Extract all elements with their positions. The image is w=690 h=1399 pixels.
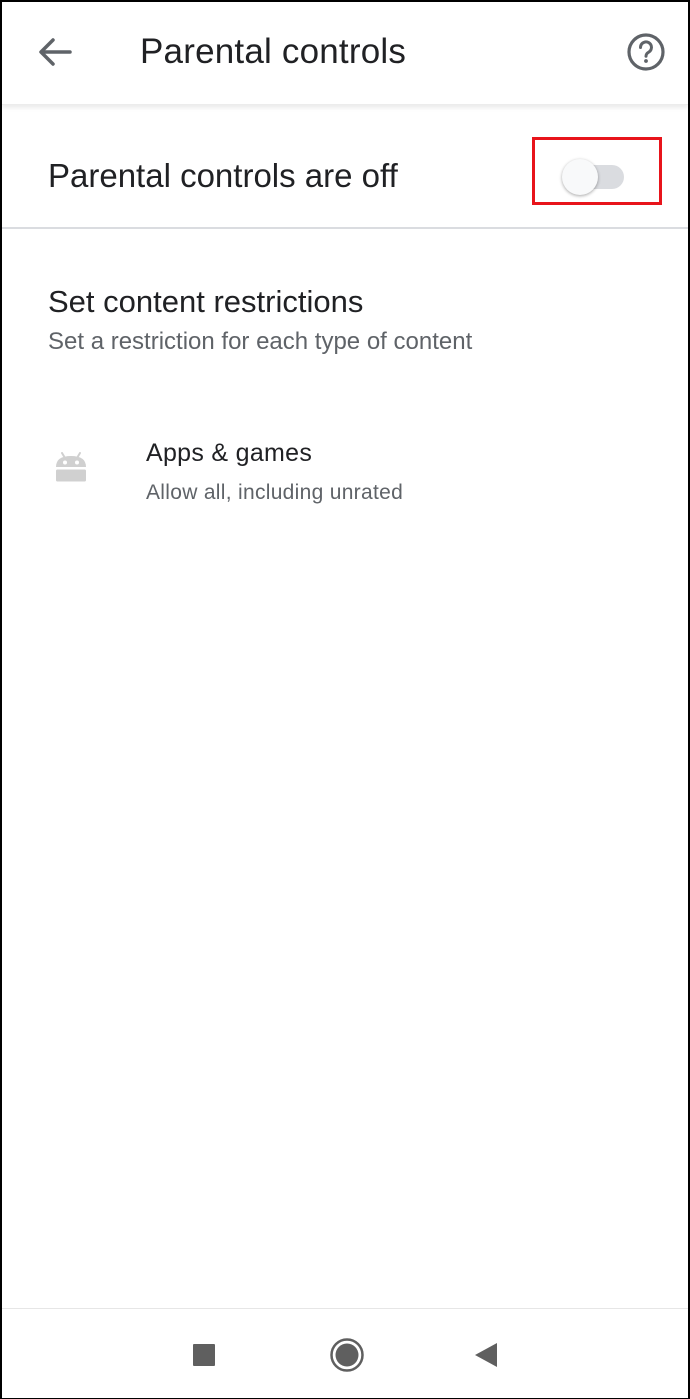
triangle-left-icon	[475, 1343, 497, 1367]
square-icon	[193, 1344, 215, 1366]
recents-button[interactable]	[184, 1335, 224, 1375]
switch-thumb[interactable]	[562, 159, 598, 195]
arrow-left-icon	[39, 38, 72, 66]
list-item-apps-games[interactable]: Apps & games Allow all, including unrate…	[2, 422, 688, 522]
home-button[interactable]	[327, 1335, 367, 1375]
section-subtitle: Set a restriction for each type of conte…	[48, 328, 473, 355]
system-navigation-bar	[2, 1308, 688, 1398]
item-title: Apps & games	[146, 439, 313, 467]
section-title: Set content restrictions	[48, 284, 364, 319]
page-title: Parental controls	[140, 32, 407, 71]
back-button[interactable]	[32, 30, 76, 74]
android-icon	[56, 452, 86, 482]
app-bar: Parental controls	[2, 2, 688, 105]
help-button[interactable]	[624, 30, 668, 74]
parental-controls-status-label: Parental controls are off	[48, 157, 398, 194]
nav-back-button[interactable]	[465, 1335, 505, 1375]
item-subtitle: Allow all, including unrated	[146, 481, 404, 504]
parental-controls-toggle-row[interactable]: Parental controls are off	[2, 105, 688, 229]
help-circle-icon	[627, 33, 665, 71]
circle-icon	[330, 1338, 364, 1372]
parental-controls-switch[interactable]	[562, 158, 626, 195]
